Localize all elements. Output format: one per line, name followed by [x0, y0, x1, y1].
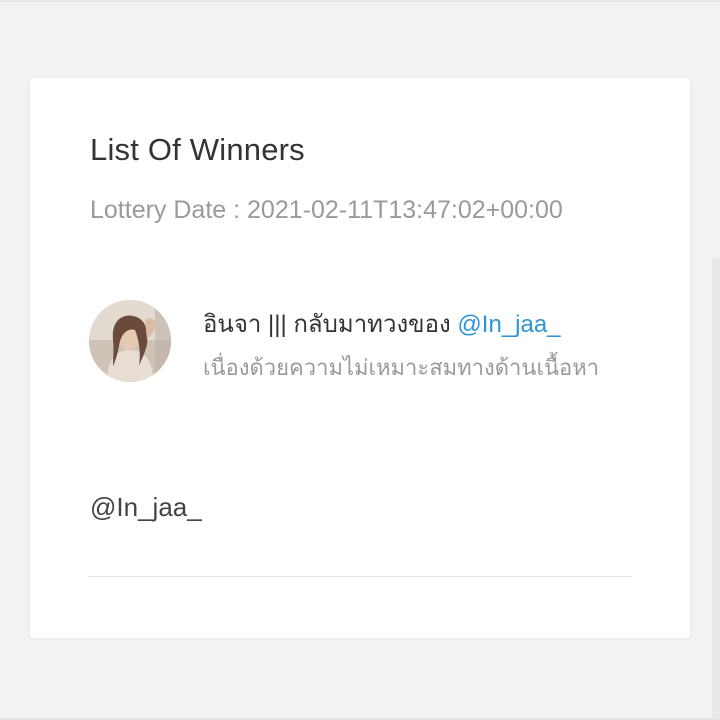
right-edge-panel	[712, 258, 720, 718]
avatar-photo-icon	[89, 300, 171, 382]
top-border	[0, 0, 720, 2]
winners-card: List Of Winners Lottery Date : 2021-02-1…	[30, 78, 690, 638]
entry-handle-link[interactable]: @In_jaa_	[457, 311, 560, 338]
winner-handle: @In_jaa_	[90, 492, 202, 522]
entry-title: อินจา ||| กลับมาทวงของ @In_jaa_	[203, 304, 561, 343]
page-title: List Of Winners	[90, 132, 305, 167]
entry-display-name: อินจา ||| กลับมาทวงของ	[203, 311, 451, 338]
entry-text: เนื่องด้วยความไม่เหมาะสมทางด้านเนื้อหา	[203, 355, 600, 380]
divider	[89, 576, 631, 577]
avatar[interactable]	[89, 300, 171, 382]
lottery-date: Lottery Date : 2021-02-11T13:47:02+00:00	[90, 196, 563, 224]
